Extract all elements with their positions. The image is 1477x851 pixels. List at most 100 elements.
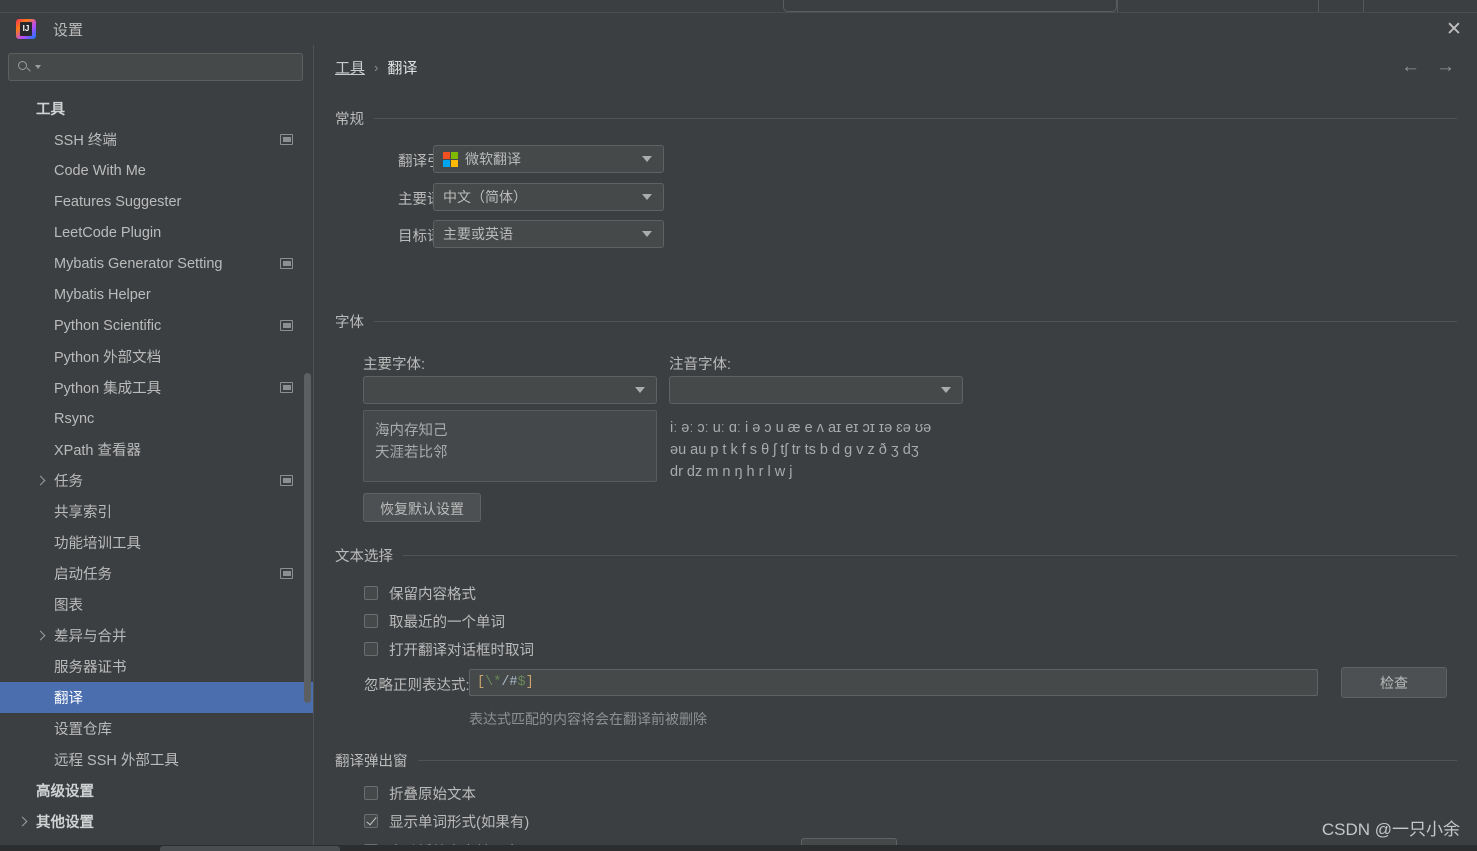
ide-strip-divider bbox=[1117, 0, 1118, 12]
font-section-label: 字体 bbox=[335, 315, 364, 331]
sidebar-item-label: 共享索引 bbox=[54, 505, 112, 521]
bottom-edge-pill bbox=[160, 846, 340, 851]
plugin-badge-icon bbox=[280, 568, 293, 579]
text-selection-options: 保留内容格式取最近的一个单词打开翻译对话框时取词 bbox=[364, 579, 534, 663]
plugin-badge-icon bbox=[280, 382, 293, 393]
target-language-combobox[interactable]: 主要或英语 bbox=[433, 220, 664, 248]
sidebar-item-label: Rsync bbox=[54, 410, 95, 427]
chevron-right-icon[interactable] bbox=[36, 476, 46, 486]
sidebar-item-任务[interactable]: 任务 bbox=[0, 465, 313, 496]
text-selection-option-label-0: 保留内容格式 bbox=[389, 586, 476, 603]
sidebar-item-label: 高级设置 bbox=[36, 784, 94, 800]
sidebar-item-Python-Scientific[interactable]: Python Scientific bbox=[0, 310, 313, 341]
navigation-arrows: ← → bbox=[1401, 57, 1455, 76]
font-section-title: 字体 bbox=[335, 311, 1457, 332]
sidebar-item-功能培训工具[interactable]: 功能培训工具 bbox=[0, 527, 313, 558]
search-input[interactable] bbox=[47, 59, 302, 75]
translation-engine-combobox[interactable]: 微软翻译 bbox=[433, 145, 664, 173]
search-dropdown-caret-icon[interactable] bbox=[35, 65, 41, 69]
search-box[interactable] bbox=[8, 53, 303, 81]
sidebar-item-label: 工具 bbox=[36, 102, 65, 118]
ignore-regex-input[interactable]: [\*/# $] bbox=[469, 669, 1318, 696]
sidebar-item-Python-集成工具[interactable]: Python 集成工具 bbox=[0, 372, 313, 403]
sidebar-item-Mybatis-Generator-Setting[interactable]: Mybatis Generator Setting bbox=[0, 248, 313, 279]
popup-section: 翻译弹出窗 bbox=[335, 750, 1457, 771]
sidebar-item-XPath-查看器[interactable]: XPath 查看器 bbox=[0, 434, 313, 465]
sidebar-scrollbar[interactable] bbox=[304, 373, 311, 703]
sidebar-item-高级设置[interactable]: 高级设置 bbox=[0, 775, 313, 806]
breadcrumb: 工具 › 翻译 bbox=[335, 57, 417, 78]
sidebar-item-翻译[interactable]: 翻译 bbox=[0, 682, 313, 713]
regex-hint: 表达式匹配的内容将会在翻译前被删除 bbox=[469, 711, 707, 727]
translation-engine-value: 微软翻译 bbox=[465, 151, 521, 167]
chevron-down-icon bbox=[642, 231, 652, 237]
sidebar-item-Features-Suggester[interactable]: Features Suggester bbox=[0, 186, 313, 217]
text-selection-option-label-1: 取最近的一个单词 bbox=[389, 614, 505, 631]
popup-option-checkbox-0[interactable] bbox=[364, 786, 378, 800]
sidebar-item-label: SSH 终端 bbox=[54, 133, 117, 149]
regex-anchor: $ bbox=[517, 675, 526, 690]
sidebar-item-label: 设置仓库 bbox=[54, 722, 112, 738]
sidebar-item-图表[interactable]: 图表 bbox=[0, 589, 313, 620]
text-selection-option-checkbox-1[interactable] bbox=[364, 614, 378, 628]
popup-option-checkbox-1[interactable] bbox=[364, 814, 378, 828]
plugin-badge-icon bbox=[280, 258, 293, 269]
arrow-left-icon[interactable]: ← bbox=[1401, 57, 1420, 76]
sidebar-item-共享索引[interactable]: 共享索引 bbox=[0, 496, 313, 527]
restore-defaults-button[interactable]: 恢复默认设置 bbox=[363, 493, 481, 522]
sidebar-item-Python-外部文档[interactable]: Python 外部文档 bbox=[0, 341, 313, 372]
general-section: 常规 bbox=[335, 108, 1457, 129]
bottom-edge bbox=[0, 845, 1477, 851]
settings-dialog: 设置 ✕ 工具 SSH 终端 Code With Me Features Sugges… bbox=[0, 0, 1477, 851]
regex-close-bracket: ] bbox=[525, 675, 534, 690]
primary-font-combobox[interactable] bbox=[363, 376, 657, 404]
text-selection-option-checkbox-2[interactable] bbox=[364, 642, 378, 656]
section-divider bbox=[417, 760, 1457, 761]
text-selection-section-label: 文本选择 bbox=[335, 549, 393, 565]
sidebar-item-差异与合并[interactable]: 差异与合并 bbox=[0, 620, 313, 651]
primary-preview-line-2: 天涯若比邻 bbox=[375, 445, 448, 461]
sidebar-item-label: Python 外部文档 bbox=[54, 350, 162, 366]
phonetic-preview-line-3: dr dz m n ŋ h r l w j bbox=[670, 464, 793, 480]
primary-language-combobox[interactable]: 中文（简体） bbox=[433, 183, 664, 211]
sidebar-item-工具[interactable]: 工具 bbox=[0, 93, 313, 124]
check-regex-button[interactable]: 检查 bbox=[1341, 667, 1447, 698]
sidebar-item-label: LeetCode Plugin bbox=[54, 224, 162, 241]
text-selection-option-row-1[interactable]: 取最近的一个单词 bbox=[364, 607, 534, 635]
ide-strip-divider bbox=[1318, 0, 1319, 12]
sidebar-item-远程-SSH-外部工具[interactable]: 远程 SSH 外部工具 bbox=[0, 744, 313, 775]
popup-option-row-0[interactable]: 折叠原始文本 bbox=[364, 779, 529, 807]
sidebar-item-SSH-终端[interactable]: SSH 终端 bbox=[0, 124, 313, 155]
chevron-right-icon[interactable] bbox=[18, 817, 28, 827]
text-selection-section-title: 文本选择 bbox=[335, 545, 1457, 566]
popup-option-row-1[interactable]: 显示单词形式(如果有) bbox=[364, 807, 529, 835]
sidebar-item-label: Features Suggester bbox=[54, 193, 182, 210]
sidebar-item-启动任务[interactable]: 启动任务 bbox=[0, 558, 313, 589]
text-selection-option-row-0[interactable]: 保留内容格式 bbox=[364, 579, 534, 607]
close-icon[interactable]: ✕ bbox=[1431, 13, 1477, 45]
sidebar-item-Rsync[interactable]: Rsync bbox=[0, 403, 313, 434]
sidebar-item-label: Python Scientific bbox=[54, 317, 162, 334]
sidebar-item-Code-With-Me[interactable]: Code With Me bbox=[0, 155, 313, 186]
regex-literal: /# bbox=[501, 675, 518, 690]
plugin-badge-icon bbox=[280, 320, 293, 331]
breadcrumb-parent[interactable]: 工具 bbox=[335, 57, 365, 78]
chevron-down-icon bbox=[642, 194, 652, 200]
chevron-right-icon[interactable] bbox=[36, 631, 46, 641]
chevron-down-icon bbox=[635, 387, 645, 393]
text-selection-option-row-2[interactable]: 打开翻译对话框时取词 bbox=[364, 635, 534, 663]
sidebar-item-Mybatis-Helper[interactable]: Mybatis Helper bbox=[0, 279, 313, 310]
text-selection-option-label-2: 打开翻译对话框时取词 bbox=[389, 642, 534, 659]
search-icon bbox=[18, 60, 33, 75]
sidebar-item-label: 其他设置 bbox=[36, 815, 94, 831]
text-selection-option-checkbox-0[interactable] bbox=[364, 586, 378, 600]
sidebar-item-设置仓库[interactable]: 设置仓库 bbox=[0, 713, 313, 744]
sidebar-item-LeetCode-Plugin[interactable]: LeetCode Plugin bbox=[0, 217, 313, 248]
settings-content: 工具 › 翻译 ← → 常规 翻译引擎: 微软翻译 主要语言: 中文（简体） 目… bbox=[313, 45, 1477, 851]
breadcrumb-separator: › bbox=[374, 60, 379, 75]
sidebar-item-其他设置[interactable]: 其他设置 bbox=[0, 806, 313, 837]
arrow-right-icon[interactable]: → bbox=[1436, 57, 1455, 76]
sidebar-item-label: 远程 SSH 外部工具 bbox=[54, 753, 179, 769]
sidebar-item-服务器证书[interactable]: 服务器证书 bbox=[0, 651, 313, 682]
settings-tree[interactable]: 工具 SSH 终端 Code With Me Features Suggester Le… bbox=[0, 93, 313, 851]
